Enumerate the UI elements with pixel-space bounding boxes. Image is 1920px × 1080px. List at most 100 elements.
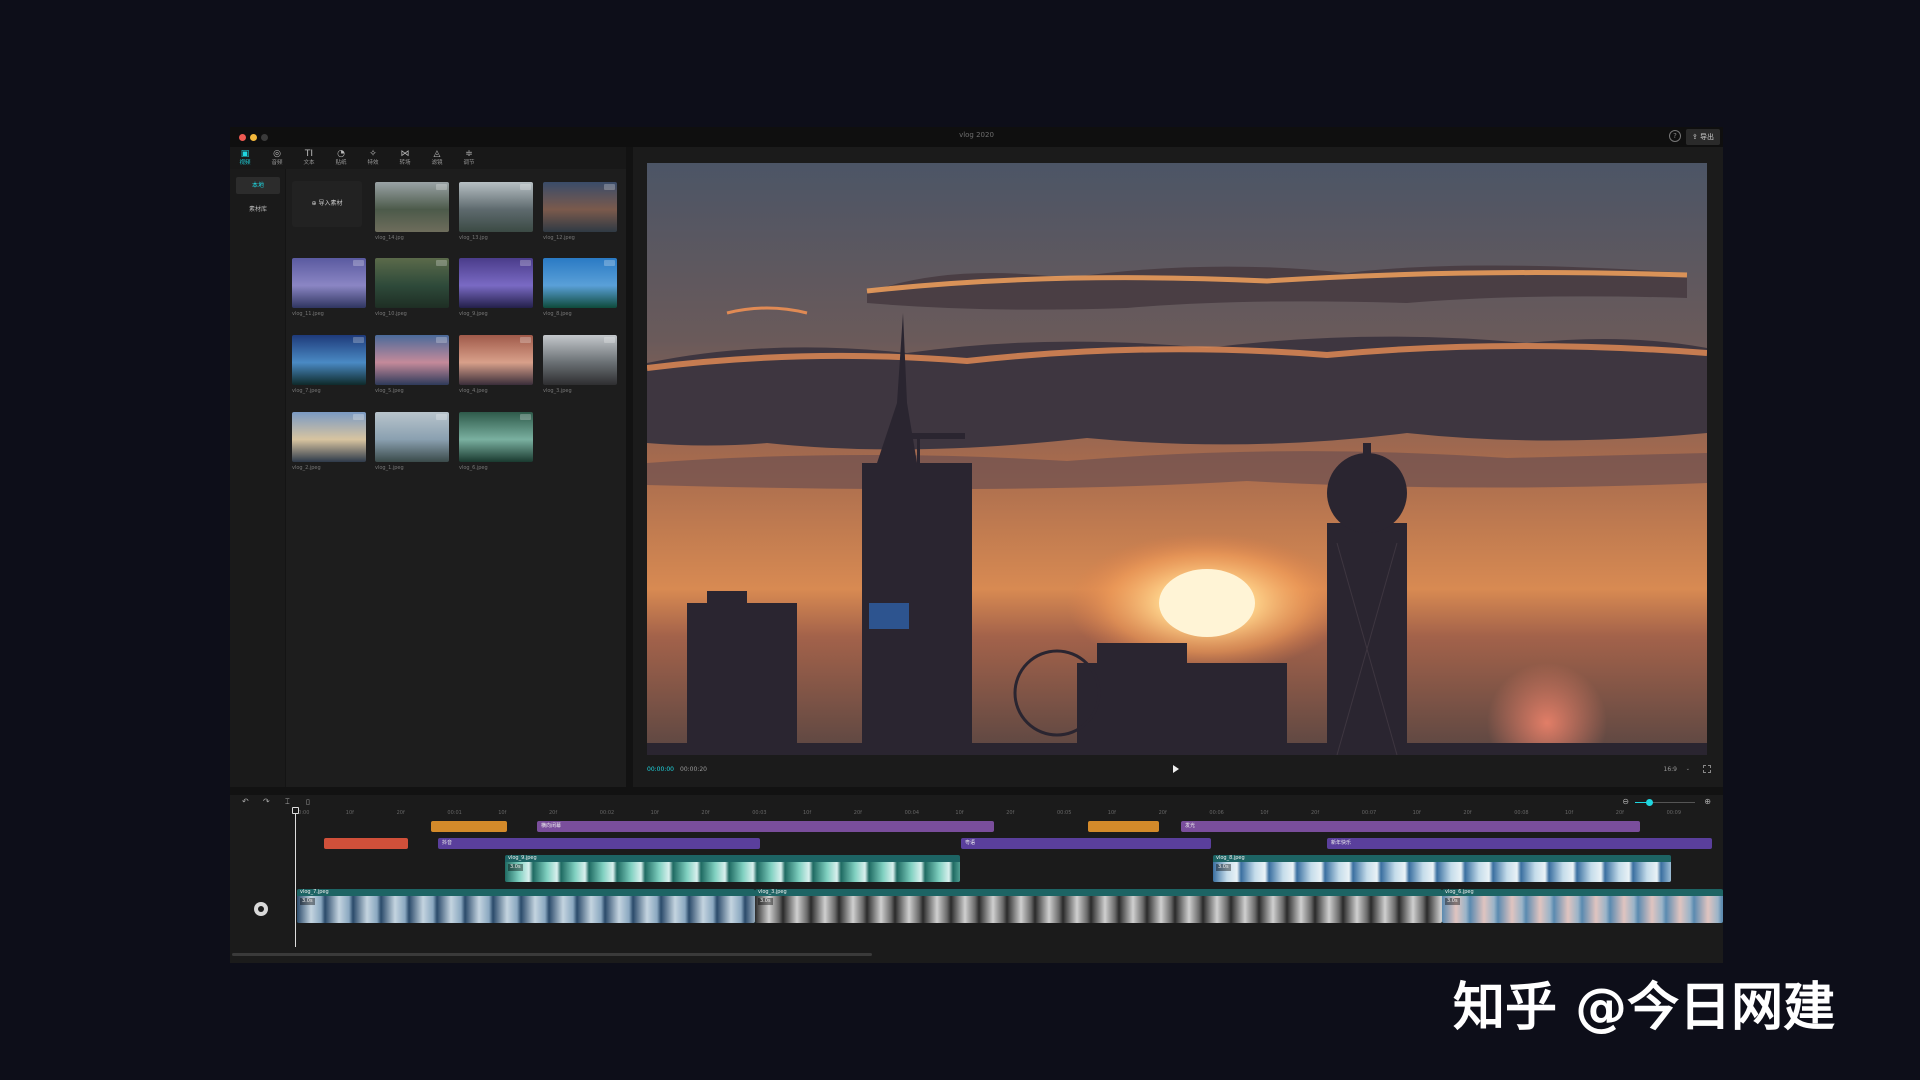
split-icon[interactable]: ⌶	[285, 797, 290, 807]
player-controls: 00:00:00 00:00:20 16:9 ⌄	[633, 759, 1723, 783]
media-thumbnail[interactable]	[459, 335, 533, 385]
clip-duration: 3.0s	[1445, 898, 1460, 905]
media-thumbnail[interactable]	[375, 258, 449, 308]
tab-adjust[interactable]: ≑ 调节	[456, 149, 482, 167]
video-clip[interactable]: vlog_6.jpeg 3.0s	[1442, 889, 1723, 923]
timeline-panel: ↶ ↷ ⌶ ▯ ⊖ ⊕ 00:00 10f 20f 00:01 10f 20f 00:02 1…	[230, 795, 1723, 963]
sidebar-item-local[interactable]: 本地	[236, 177, 280, 194]
export-button[interactable]: ⇪ 导出	[1685, 129, 1720, 145]
video-clip[interactable]: vlog_7.jpeg 3.0s	[297, 889, 755, 923]
tab-sticker[interactable]: ◔ 贴纸	[328, 149, 354, 167]
aspect-ratio-select[interactable]: 16:9	[1664, 766, 1677, 773]
ruler-tick-label: 20f	[853, 810, 862, 816]
timeline-clip[interactable]: 发光	[1181, 821, 1640, 832]
added-badge	[353, 414, 364, 420]
redo-icon[interactable]: ↷	[263, 797, 270, 807]
media-filename: vlog_5.jpeg	[375, 388, 404, 394]
media-thumbnail[interactable]	[292, 412, 366, 462]
clip-filename: vlog_9.jpeg	[508, 855, 537, 861]
total-time: 00:00:20	[680, 766, 707, 773]
current-time: 00:00:00	[647, 766, 674, 773]
zoom-out-icon[interactable]: ⊖	[1622, 797, 1629, 807]
ruler-tick-label: 10f	[1412, 810, 1421, 816]
video-clip[interactable]: vlog_9.jpeg 3.0s	[505, 855, 960, 882]
ruler-tick-label: 00:06	[1209, 810, 1224, 816]
clip-frames	[1442, 896, 1723, 923]
tab-video[interactable]: ▣ 视频	[232, 149, 258, 167]
media-thumbnail[interactable]	[292, 335, 366, 385]
delete-icon[interactable]: ▯	[306, 797, 310, 807]
added-badge	[604, 260, 615, 266]
import-media-button[interactable]: ⊕ 导入素材	[292, 181, 362, 227]
ruler-tick-label: 20f	[1311, 810, 1320, 816]
fullscreen-icon[interactable]	[1703, 765, 1711, 773]
watermark: 知乎 @今日网建	[1453, 978, 1836, 1038]
media-filename: vlog_10.jpeg	[375, 311, 407, 317]
tab-label: 滤镜	[431, 160, 443, 166]
media-thumbnail[interactable]	[375, 335, 449, 385]
media-thumbnail[interactable]	[375, 412, 449, 462]
media-filename: vlog_1.jpeg	[375, 465, 404, 471]
zoom-in-icon[interactable]: ⊕	[1704, 797, 1711, 806]
ruler-tick-label: 20f	[1158, 810, 1167, 816]
cover-icon[interactable]	[254, 902, 268, 916]
zoom-slider-handle[interactable]	[1646, 799, 1653, 806]
media-source-sidebar: 本地 素材库	[230, 169, 286, 787]
timeline-clip[interactable]	[431, 821, 507, 832]
tab-transition[interactable]: ⋈ 转场	[392, 149, 418, 167]
media-thumbnail[interactable]	[459, 182, 533, 232]
clip-filename: vlog_8.jpeg	[1216, 855, 1245, 861]
timeline-ruler[interactable]: 00:00 10f 20f 00:01 10f 20f 00:02 10f 20f 00:03 10…	[295, 810, 1723, 821]
sidebar-item-library[interactable]: 素材库	[236, 201, 280, 218]
tab-effects[interactable]: ✧ 特效	[360, 149, 386, 167]
timeline-clip[interactable]: 新年快乐	[1327, 838, 1712, 849]
undo-icon[interactable]: ↶	[242, 797, 249, 807]
added-badge	[520, 337, 531, 343]
added-badge	[604, 184, 615, 190]
timeline-clip[interactable]: 横向闭幕	[537, 821, 994, 832]
timeline-clip[interactable]: 粤语	[961, 838, 1211, 849]
sticker-icon: ◔	[337, 149, 345, 159]
media-thumbnail[interactable]	[543, 182, 617, 232]
title-bar: vlog 2020 ? ⇪ 导出	[230, 127, 1723, 147]
timeline-clip[interactable]	[324, 838, 408, 849]
tab-label: 文本	[303, 160, 315, 166]
clip-filename: vlog_6.jpeg	[1445, 889, 1474, 895]
tab-audio[interactable]: ◎ 音频	[264, 149, 290, 167]
ruler-tick-label: 10f	[1107, 810, 1116, 816]
timeline-zoom-slider[interactable]	[1635, 799, 1695, 806]
playhead[interactable]	[295, 807, 296, 947]
playhead-handle[interactable]	[292, 807, 299, 814]
help-icon[interactable]: ?	[1669, 130, 1681, 142]
media-filename: vlog_3.jpeg	[543, 388, 572, 394]
tab-label: 转场	[399, 160, 411, 166]
timeline-clip[interactable]	[1088, 821, 1159, 832]
video-clip[interactable]: vlog_3.jpeg 3.0s	[755, 889, 1442, 923]
media-thumbnail[interactable]	[459, 258, 533, 308]
play-icon[interactable]	[1173, 765, 1179, 773]
chevron-down-icon[interactable]: ⌄	[1686, 766, 1690, 772]
media-thumbnail[interactable]	[543, 335, 617, 385]
filter-icon: ◬	[433, 149, 441, 159]
video-clip[interactable]: vlog_8.jpeg 3.0s	[1213, 855, 1671, 882]
export-label: 导出	[1700, 133, 1714, 141]
added-badge	[436, 337, 447, 343]
media-thumbnail[interactable]	[375, 182, 449, 232]
tab-label: 贴纸	[335, 160, 347, 166]
import-label: 导入素材	[318, 200, 343, 207]
media-thumbnail[interactable]	[543, 258, 617, 308]
adjust-icon: ≑	[465, 149, 473, 159]
timeline-clip[interactable]: 抖音	[438, 838, 760, 849]
timeline-scrollbar[interactable]	[232, 953, 872, 956]
tab-filter[interactable]: ◬ 滤镜	[424, 149, 450, 167]
media-thumbnail[interactable]	[459, 412, 533, 462]
tab-text[interactable]: TI 文本	[296, 149, 322, 167]
ruler-tick-label: 00:01	[447, 810, 462, 816]
clip-duration: 3.0s	[508, 864, 523, 871]
ruler-tick-label: 20f	[1615, 810, 1624, 816]
preview-video[interactable]	[647, 163, 1707, 755]
clip-frames	[505, 862, 960, 882]
media-thumbnail[interactable]	[292, 258, 366, 308]
clip-frames	[1213, 862, 1671, 882]
ruler-tick-label: 10f	[803, 810, 812, 816]
